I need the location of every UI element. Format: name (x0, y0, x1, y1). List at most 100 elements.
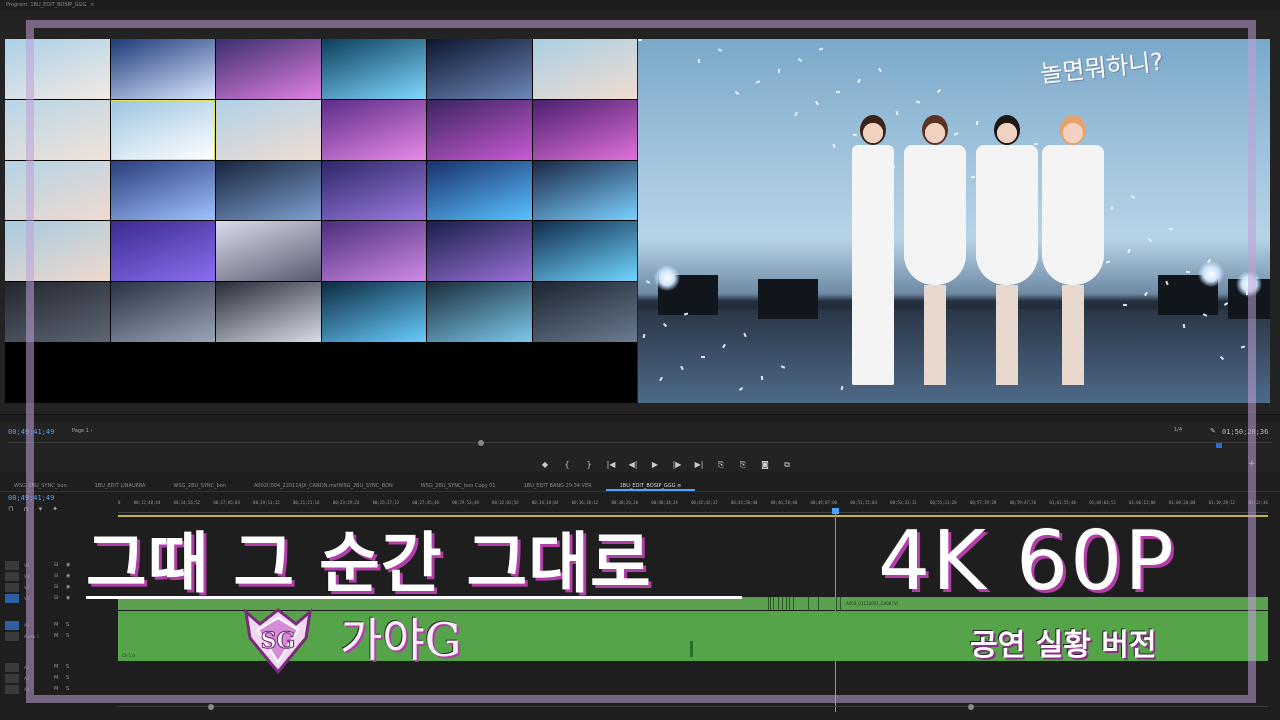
clip-edit-point[interactable] (768, 597, 769, 610)
track-header[interactable]: A1 M S (0, 620, 116, 631)
comparison-view-button[interactable]: ⧉ (782, 460, 792, 470)
camera-angle-thumbnail[interactable] (216, 221, 321, 282)
clip-edit-point[interactable] (773, 597, 774, 610)
camera-angle-thumbnail[interactable] (110, 160, 215, 221)
plus-icon[interactable]: + (1248, 459, 1256, 469)
clip-edit-point[interactable] (778, 597, 779, 610)
lock-icon[interactable]: ⊟ (54, 573, 58, 579)
sequence-tab[interactable]: 1BU_EDIT_BOSIP_GGG ≡ (605, 480, 696, 491)
camera-angle-thumbnail[interactable] (427, 221, 532, 282)
camera-angle-thumbnail[interactable] (110, 282, 215, 342)
camera-angle-thumbnail[interactable] (532, 282, 637, 342)
clip-edit-point[interactable] (782, 597, 783, 610)
lock-icon[interactable]: ⊟ (54, 562, 58, 568)
timeline-scrollbar[interactable] (118, 704, 1268, 712)
mute-icon[interactable]: M (54, 622, 58, 628)
camera-angle-thumbnail[interactable] (532, 99, 637, 160)
sequence-tab[interactable]: 1BU_EDIT LINAU68A (81, 480, 160, 491)
track-header[interactable]: A2 M S (0, 662, 116, 673)
lock-icon[interactable]: ⊟ (54, 595, 58, 601)
page-select[interactable]: Page 1 › (72, 428, 92, 434)
source-patch-toggle[interactable] (5, 632, 19, 641)
source-patch-toggle[interactable] (5, 572, 19, 581)
clip-edit-point[interactable] (840, 597, 841, 610)
camera-angle-thumbnail[interactable] (532, 160, 637, 221)
sequence-tab[interactable]: WSG_2BU_SYNC_bon (159, 480, 240, 491)
mute-icon[interactable]: M (54, 633, 58, 639)
clip-edit-point[interactable] (808, 597, 809, 610)
eye-icon[interactable]: ◉ (66, 584, 70, 590)
mark-out-button[interactable]: } (584, 460, 594, 470)
camera-angle-thumbnail[interactable] (5, 282, 110, 342)
clip-edit-point[interactable] (793, 597, 794, 610)
camera-angle-thumbnail[interactable] (532, 39, 637, 99)
track-header[interactable]: A4 M S (0, 684, 116, 695)
solo-icon[interactable]: S (66, 622, 69, 628)
camera-angle-thumbnail[interactable] (5, 221, 110, 282)
step-forward-button[interactable]: |▶ (672, 460, 682, 470)
mute-icon[interactable]: M (54, 686, 58, 692)
camera-angle-thumbnail[interactable] (5, 39, 110, 99)
multicam-grid-view[interactable] (5, 39, 637, 403)
camera-angle-thumbnail[interactable] (321, 221, 426, 282)
program-timecode[interactable]: 00;49;41;49 (8, 428, 54, 436)
mark-in-button[interactable]: { (562, 460, 572, 470)
play-button[interactable]: ▶ (650, 460, 660, 470)
source-patch-toggle[interactable] (5, 561, 19, 570)
add-marker-button[interactable]: ◆ (540, 460, 550, 470)
camera-angle-thumbnail[interactable] (321, 99, 426, 160)
camera-angle-thumbnail[interactable] (216, 39, 321, 99)
monitor-scrub-bar[interactable] (8, 440, 1272, 448)
program-video-frame[interactable] (638, 39, 1270, 403)
scroll-handle-left[interactable] (208, 704, 214, 710)
program-monitor-title[interactable]: Program: 1BU_EDIT_BOSIP_GGG ≡ (6, 0, 94, 10)
clip-edit-point[interactable] (789, 597, 790, 610)
solo-icon[interactable]: S (66, 664, 69, 670)
eye-icon[interactable]: ◉ (66, 573, 70, 579)
panel-menu-icon[interactable]: ≡ (90, 2, 94, 8)
clip-edit-point[interactable] (836, 597, 837, 610)
mute-icon[interactable]: M (54, 675, 58, 681)
clip-edit-point[interactable] (818, 597, 819, 610)
lift-button[interactable]: ⎘ (716, 460, 726, 470)
wrench-icon[interactable]: ✎ (1210, 427, 1216, 435)
playhead-marker[interactable] (1216, 443, 1222, 448)
marker-icon[interactable]: ▾ (39, 505, 43, 513)
source-patch-toggle[interactable] (5, 621, 19, 630)
source-patch-toggle[interactable] (5, 674, 19, 683)
sequence-tab[interactable]: A002C004_220114JX_CANON.mxfWSG_2BU_SYNC_… (240, 480, 407, 491)
mute-icon[interactable]: M (54, 664, 58, 670)
sequence-tab[interactable]: 1BU_EDIT BANG 20:34 VER (510, 480, 606, 491)
sequence-tab[interactable]: WSG_2BU_SYNC_bon Copy 01 (407, 480, 510, 491)
step-back-button[interactable]: ◀| (628, 460, 638, 470)
clip-edit-point[interactable] (786, 597, 787, 610)
scrub-handle[interactable] (478, 440, 484, 446)
export-frame-button[interactable]: ◙ (760, 460, 770, 470)
eye-icon[interactable]: ◉ (66, 562, 70, 568)
camera-angle-thumbnail[interactable] (427, 282, 532, 342)
camera-angle-thumbnail[interactable] (5, 99, 110, 160)
camera-angle-thumbnail[interactable] (321, 39, 426, 99)
camera-angle-thumbnail[interactable] (427, 39, 532, 99)
camera-angle-thumbnail[interactable] (110, 221, 215, 282)
camera-angle-thumbnail[interactable] (321, 160, 426, 221)
source-patch-toggle[interactable] (5, 583, 19, 592)
go-to-out-button[interactable]: ▶| (694, 460, 704, 470)
solo-icon[interactable]: S (66, 633, 69, 639)
eye-icon[interactable]: ◉ (66, 595, 70, 601)
go-to-in-button[interactable]: |◀ (606, 460, 616, 470)
track-header[interactable]: Audio 1 M S (0, 631, 116, 642)
camera-angle-thumbnail[interactable] (216, 160, 321, 221)
solo-icon[interactable]: S (66, 675, 69, 681)
clip-edit-point[interactable] (770, 597, 771, 610)
camera-angle-thumbnail[interactable] (427, 160, 532, 221)
camera-angle-thumbnail[interactable] (5, 160, 110, 221)
extract-button[interactable]: ⎘ (738, 460, 748, 470)
snap-icon[interactable]: ⊓ (8, 505, 13, 513)
solo-icon[interactable]: S (66, 686, 69, 692)
track-header[interactable]: A3 M S (0, 673, 116, 684)
camera-angle-thumbnail[interactable] (532, 221, 637, 282)
camera-angle-thumbnail[interactable] (110, 39, 215, 99)
camera-angle-thumbnail[interactable] (427, 99, 532, 160)
camera-angle-thumbnail[interactable] (110, 99, 215, 160)
